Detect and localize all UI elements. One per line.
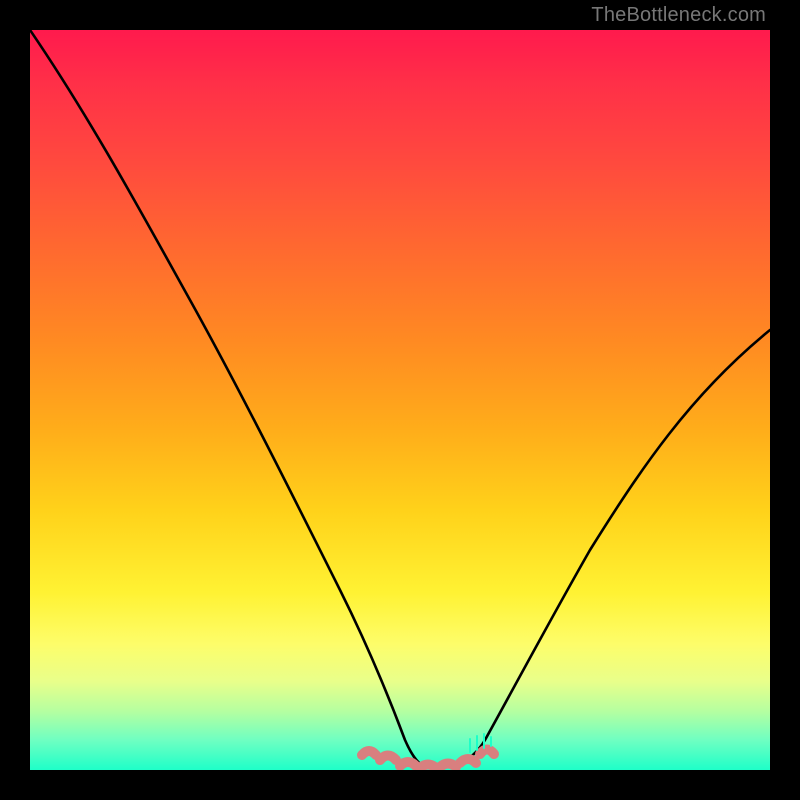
chart-frame: TheBottleneck.com: [0, 0, 800, 800]
curve-overlay: [30, 30, 770, 770]
plot-area: [30, 30, 770, 770]
watermark-text: TheBottleneck.com: [591, 4, 766, 27]
bottleneck-curve: [30, 30, 770, 768]
